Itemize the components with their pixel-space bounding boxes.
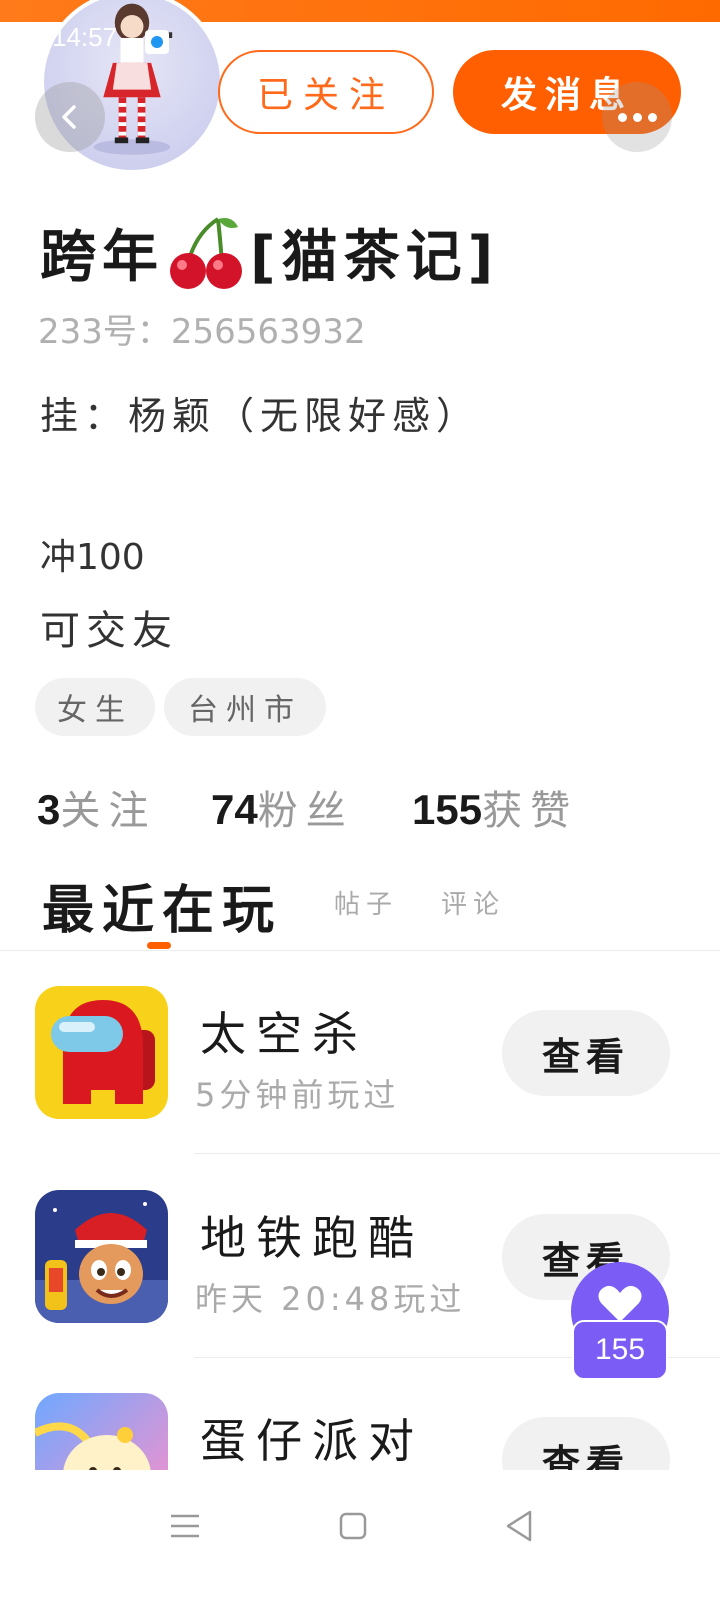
more-button[interactable] <box>602 82 672 152</box>
name-prefix: 跨年 <box>40 225 164 290</box>
bio-line: 可交友 <box>40 608 178 654</box>
tag-gender: 女生 <box>35 678 155 736</box>
profile-page: 14:57 已关注 发消息 跨年 [猫茶记] 233号：256563932 挂：… <box>0 0 720 1600</box>
likes-label: 获赞 <box>482 788 579 834</box>
tag-location: 台州市 <box>164 678 326 736</box>
menu-lines-icon[interactable] <box>165 1506 205 1546</box>
followed-button[interactable]: 已关注 <box>218 50 434 134</box>
cherry-emoji-icon <box>170 216 242 289</box>
navigation-bar <box>0 1470 720 1600</box>
heart-icon <box>598 1285 642 1322</box>
notification-icon <box>145 30 169 54</box>
name-suffix: [猫茶记] <box>250 225 500 290</box>
bio-line: 冲100 <box>40 537 145 578</box>
list-item[interactable]: 太空杀 5分钟前玩过 查看 <box>0 986 720 1126</box>
user-id: 233号：256563932 <box>38 312 366 352</box>
following-stat[interactable]: 3 关注 <box>37 778 156 836</box>
status-time: 14:57 <box>52 22 118 52</box>
likes-count: 155 <box>412 786 483 833</box>
following-count: 3 <box>37 786 61 833</box>
chevron-left-icon <box>62 105 76 129</box>
divider <box>194 1153 720 1154</box>
divider <box>0 950 720 951</box>
fans-count: 74 <box>211 786 258 833</box>
tab-posts[interactable]: 帖子 <box>334 884 398 921</box>
bio-line: 挂：杨颖（无限好感） <box>40 394 481 438</box>
among-us-game-icon[interactable] <box>35 986 168 1119</box>
fans-label: 粉丝 <box>257 788 354 834</box>
likes-stat: 155 获赞 <box>412 778 578 836</box>
game-name: 地铁跑酷 <box>200 1211 424 1265</box>
back-button[interactable] <box>35 82 105 152</box>
tab-indicator <box>147 942 171 949</box>
profile-name: 跨年 [猫茶记] <box>40 212 499 293</box>
game-played-time: 5分钟前玩过 <box>195 1076 400 1114</box>
triangle-back-icon[interactable] <box>500 1506 540 1546</box>
like-count: 155 <box>572 1320 668 1380</box>
tab-comments[interactable]: 评论 <box>441 884 505 921</box>
game-played-time: 昨天 20:48玩过 <box>195 1280 466 1318</box>
more-dots-icon <box>617 112 627 122</box>
game-name: 蛋仔派对 <box>200 1414 424 1468</box>
tab-recently-played[interactable]: 最近在玩 <box>42 868 282 943</box>
square-home-icon[interactable] <box>333 1506 373 1546</box>
like-floating-button[interactable]: 155 <box>571 1262 669 1380</box>
fans-stat[interactable]: 74 粉丝 <box>211 778 354 836</box>
game-name: 太空杀 <box>200 1007 368 1061</box>
view-button[interactable]: 查看 <box>502 1010 670 1096</box>
following-label: 关注 <box>60 788 157 834</box>
subway-surfers-game-icon[interactable] <box>35 1190 168 1323</box>
